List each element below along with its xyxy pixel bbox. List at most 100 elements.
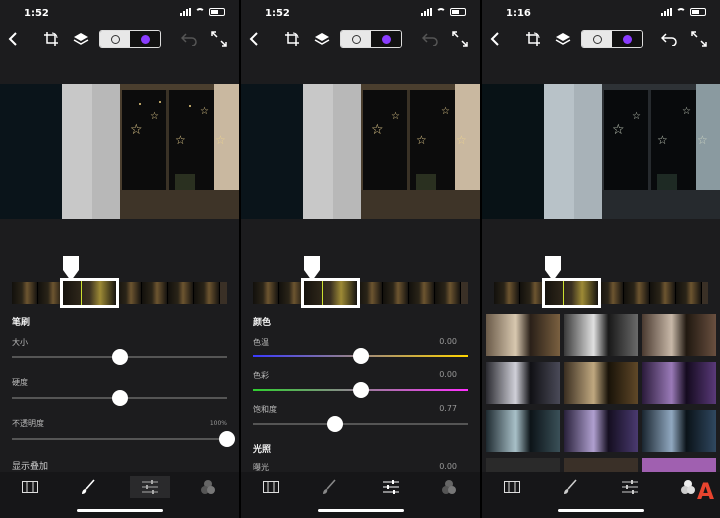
battery-icon xyxy=(209,8,225,16)
toggle-original[interactable] xyxy=(341,31,371,47)
preset-thumbnail[interactable] xyxy=(642,410,716,452)
layers-icon[interactable] xyxy=(552,28,574,50)
frame-marker-icon[interactable] xyxy=(63,256,79,281)
back-arrow-icon[interactable] xyxy=(2,28,24,50)
color-tab[interactable] xyxy=(188,476,228,498)
color-tab[interactable] xyxy=(429,476,469,498)
temperature-slider[interactable] xyxy=(253,348,468,364)
filmstrip[interactable] xyxy=(253,282,468,304)
svg-text:☆: ☆ xyxy=(150,111,159,122)
adjust-tab[interactable] xyxy=(130,476,170,498)
temperature-slider-thumb[interactable] xyxy=(352,348,369,364)
top-toolbar xyxy=(241,28,480,50)
top-toolbar xyxy=(0,28,239,50)
saturation-label: 饱和度 xyxy=(253,405,277,414)
filmstrip-tab[interactable] xyxy=(251,476,291,498)
view-toggle[interactable] xyxy=(340,30,402,48)
expand-icon[interactable] xyxy=(449,28,471,50)
toggle-edited[interactable] xyxy=(612,31,642,47)
photo-preview[interactable]: ☆ ☆ ☆ ☆ ☆ xyxy=(482,84,720,219)
hardness-slider[interactable] xyxy=(12,390,227,406)
circle-outline-icon xyxy=(110,34,120,44)
screen-color: 1:52 ☆ ☆ ☆ ☆ ☆ 颜色 色温 0.00 色彩 0.00 饱和度 0.… xyxy=(241,0,480,518)
opacity-slider-thumb[interactable] xyxy=(219,431,235,447)
status-time: 1:16 xyxy=(506,8,531,19)
toggle-edited[interactable] xyxy=(371,31,401,47)
toggle-edited[interactable] xyxy=(130,31,160,47)
opacity-slider[interactable] xyxy=(12,431,235,447)
preset-thumbnail[interactable] xyxy=(564,362,638,404)
back-arrow-icon[interactable] xyxy=(484,28,506,50)
signal-icon xyxy=(180,8,191,16)
preset-thumbnail[interactable] xyxy=(564,458,638,472)
frame-marker-icon[interactable] xyxy=(545,256,561,281)
filmstrip-tab[interactable] xyxy=(10,476,50,498)
svg-text:☆: ☆ xyxy=(456,133,467,147)
top-toolbar xyxy=(482,28,720,50)
toggle-original[interactable] xyxy=(582,31,612,47)
preset-thumbnail[interactable] xyxy=(564,410,638,452)
back-arrow-icon[interactable] xyxy=(243,28,265,50)
size-label: 大小 xyxy=(12,338,28,347)
hardness-label: 硬度 xyxy=(12,378,28,387)
view-toggle[interactable] xyxy=(99,30,161,48)
svg-text:☆: ☆ xyxy=(391,111,400,122)
preset-thumbnail[interactable] xyxy=(486,314,560,356)
tint-slider[interactable] xyxy=(253,382,468,398)
layers-icon[interactable] xyxy=(311,28,333,50)
toggle-original[interactable] xyxy=(100,31,130,47)
preset-thumbnail[interactable] xyxy=(564,314,638,356)
tint-slider-thumb[interactable] xyxy=(352,382,369,398)
brush-tab[interactable] xyxy=(309,476,349,498)
crop-rotate-icon[interactable] xyxy=(281,28,303,50)
undo-icon[interactable] xyxy=(658,28,680,50)
photo-preview[interactable]: ☆ ☆ ☆ ☆ ☆ xyxy=(241,84,480,219)
preset-thumbnail[interactable] xyxy=(486,458,560,472)
filmstrip-selected-frame[interactable] xyxy=(542,278,601,308)
preset-thumbnail[interactable] xyxy=(642,458,716,472)
frame-marker-icon[interactable] xyxy=(304,256,320,281)
saturation-value: 0.77 xyxy=(439,404,457,413)
filmstrip-selected-frame[interactable] xyxy=(60,278,119,308)
hardness-slider-thumb[interactable] xyxy=(111,390,128,406)
filmstrip-tab[interactable] xyxy=(492,476,532,498)
view-toggle[interactable] xyxy=(581,30,643,48)
purple-dot-icon xyxy=(381,34,391,44)
preset-thumbnail[interactable] xyxy=(642,362,716,404)
filmstrip-selected-frame[interactable] xyxy=(301,278,360,308)
expand-icon[interactable] xyxy=(688,28,710,50)
undo-icon[interactable] xyxy=(419,28,441,50)
adjust-tab[interactable] xyxy=(371,476,411,498)
filmstrip[interactable] xyxy=(12,282,227,304)
home-indicator xyxy=(77,509,163,512)
battery-icon xyxy=(690,8,706,16)
adjust-tab[interactable] xyxy=(610,476,650,498)
saturation-slider[interactable] xyxy=(253,416,468,432)
filmstrip[interactable] xyxy=(494,282,708,304)
screen-presets: 1:16 ☆ ☆ ☆ ☆ ☆ A xyxy=(482,0,720,518)
status-bar: 1:16 xyxy=(482,0,720,26)
size-slider-thumb[interactable] xyxy=(111,349,128,365)
svg-text:☆: ☆ xyxy=(200,106,209,117)
purple-dot-icon xyxy=(140,34,150,44)
svg-text:☆: ☆ xyxy=(697,133,708,147)
status-bar: 1:52 xyxy=(241,0,480,26)
crop-rotate-icon[interactable] xyxy=(522,28,544,50)
svg-text:☆: ☆ xyxy=(215,133,226,147)
preset-thumbnail[interactable] xyxy=(642,314,716,356)
undo-icon[interactable] xyxy=(178,28,200,50)
crop-rotate-icon[interactable] xyxy=(40,28,62,50)
saturation-slider-thumb[interactable] xyxy=(326,416,343,432)
show-overlay-label[interactable]: 显示叠加 xyxy=(12,459,48,472)
svg-text:☆: ☆ xyxy=(612,122,625,138)
layers-icon[interactable] xyxy=(70,28,92,50)
preset-thumbnail[interactable] xyxy=(486,362,560,404)
preset-thumbnail[interactable] xyxy=(486,410,560,452)
size-slider[interactable] xyxy=(12,349,227,365)
brush-tab[interactable] xyxy=(550,476,590,498)
wifi-icon xyxy=(436,8,446,16)
brush-tab[interactable] xyxy=(68,476,108,498)
status-bar: 1:52 xyxy=(0,0,239,26)
expand-icon[interactable] xyxy=(208,28,230,50)
photo-preview[interactable]: ☆ ☆ ☆ ☆ ☆ xyxy=(0,84,239,219)
